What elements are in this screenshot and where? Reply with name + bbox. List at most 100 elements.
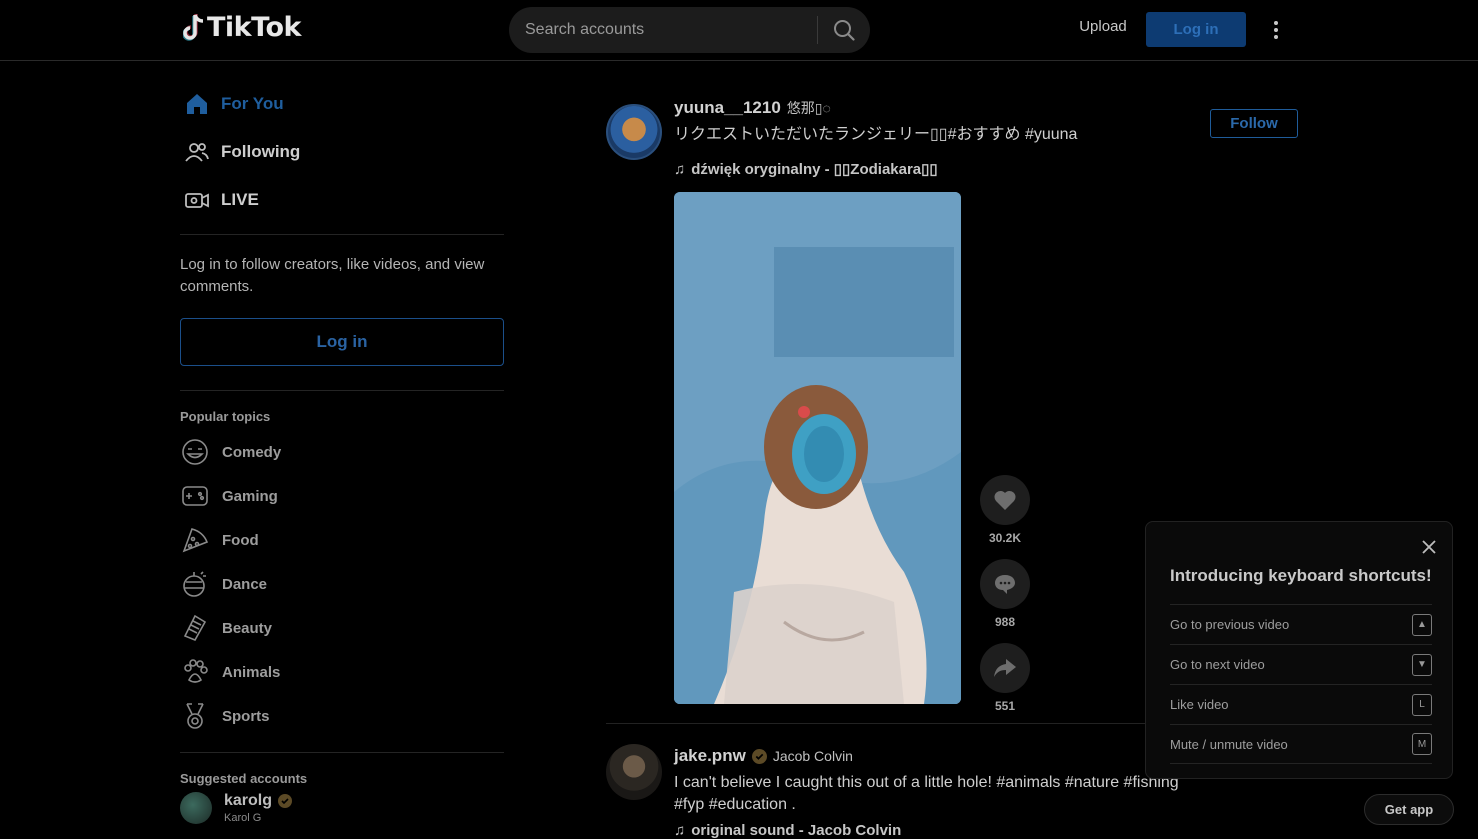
music-title: original sound - Jacob Colvin	[691, 822, 902, 839]
topic-label: Comedy	[222, 443, 282, 461]
l-key-icon: L	[1412, 693, 1432, 716]
nav-live[interactable]: LIVE	[180, 176, 504, 224]
topic-comedy[interactable]: Comedy	[180, 430, 504, 474]
post-author[interactable]: jake.pnw Jacob Colvin	[674, 746, 853, 766]
dance-icon	[180, 569, 210, 599]
post-username: yuuna__1210	[674, 98, 781, 117]
nav-following[interactable]: Following	[180, 128, 504, 176]
heart-icon	[994, 490, 1016, 510]
post-caption: リクエストいただいたランジェリー▯▯#おすすめ #yuuna	[674, 126, 1078, 143]
top-bar: TikTok Upload Log in	[0, 0, 1478, 61]
shortcuts-list: Go to previous video ▲ Go to next video …	[1170, 604, 1432, 764]
post-music[interactable]: ♫ dźwięk oryginalny - ▯▯Zodiakara▯▯	[674, 160, 938, 179]
post-caption-line: I can't believe I caught this out of a l…	[674, 774, 1179, 791]
shortcut-row: Go to next video ▼	[1170, 644, 1432, 684]
avatar	[180, 792, 212, 824]
share-count: 551	[994, 699, 1016, 713]
topic-dance[interactable]: Dance	[180, 562, 504, 606]
topic-sports[interactable]: Sports	[180, 694, 504, 738]
m-key-icon: M	[1412, 733, 1432, 755]
account-username: karolg	[224, 792, 293, 810]
arrow-up-key-icon: ▲	[1412, 613, 1432, 636]
verified-badge-icon	[278, 794, 293, 808]
post-music[interactable]: ♫ original sound - Jacob Colvin	[674, 822, 901, 839]
home-icon	[183, 90, 211, 118]
share-button[interactable]	[980, 643, 1030, 693]
music-title: dźwięk oryginalny - ▯▯Zodiakara▯▯	[691, 161, 938, 178]
search-icon	[834, 20, 855, 41]
nav-for-you[interactable]: For You	[180, 80, 504, 128]
paw-icon	[180, 657, 210, 687]
sidebar-divider	[180, 390, 504, 391]
tiktok-logo[interactable]: TikTok	[183, 12, 301, 43]
topic-label: Food	[222, 531, 259, 549]
post-username: jake.pnw	[674, 746, 746, 765]
avatar[interactable]	[606, 104, 662, 160]
sidebar-login-button[interactable]: Log in	[180, 318, 504, 366]
nav-label: Following	[221, 142, 301, 161]
suggested-account[interactable]: karolg Karol G	[180, 792, 504, 824]
close-icon	[1422, 540, 1436, 554]
comment-count: 988	[994, 615, 1016, 629]
sidebar-divider	[180, 234, 504, 235]
people-icon	[183, 138, 211, 166]
post-nickname: Jacob Colvin	[772, 748, 853, 764]
music-note-icon: ♫	[674, 160, 686, 178]
post-divider	[606, 723, 1146, 724]
follow-button[interactable]: Follow	[1210, 109, 1298, 138]
topic-label: Animals	[222, 663, 281, 681]
beauty-icon	[180, 613, 210, 643]
get-app-button[interactable]: Get app	[1364, 794, 1454, 825]
avatar[interactable]	[606, 744, 662, 800]
live-icon	[183, 186, 211, 214]
like-button[interactable]	[980, 475, 1030, 525]
share-icon	[994, 659, 1016, 677]
post-caption-line: #fyp #education .	[674, 796, 796, 813]
topic-food[interactable]: Food	[180, 518, 504, 562]
search-button[interactable]	[818, 7, 870, 53]
verified-badge-icon	[751, 748, 767, 764]
comment-button[interactable]	[980, 559, 1030, 609]
topic-label: Beauty	[222, 619, 273, 637]
search-bar	[509, 7, 870, 53]
gaming-icon	[180, 481, 210, 511]
topic-animals[interactable]: Animals	[180, 650, 504, 694]
nav-label: For You	[221, 94, 284, 113]
more-menu-button[interactable]	[1266, 17, 1286, 43]
sidebar-divider	[180, 752, 504, 753]
login-prompt-text: Log in to follow creators, like videos, …	[180, 256, 485, 295]
topic-label: Dance	[222, 575, 268, 593]
search-input[interactable]	[509, 7, 817, 53]
post-author[interactable]: yuuna__1210 悠那▯◌	[674, 98, 831, 118]
music-note-icon: ♫	[674, 822, 686, 839]
video-frame	[674, 192, 961, 704]
topic-gaming[interactable]: Gaming	[180, 474, 504, 518]
food-icon	[180, 525, 210, 555]
arrow-down-key-icon: ▼	[1412, 653, 1432, 676]
keyboard-shortcuts-panel: Introducing keyboard shortcuts! Go to pr…	[1145, 521, 1453, 779]
sidebar: For You Following LIVE Log in to follow …	[180, 61, 504, 824]
suggested-accounts-title: Suggested accounts	[180, 771, 308, 786]
like-count: 30.2K	[988, 531, 1022, 545]
comedy-icon	[180, 437, 210, 467]
shortcut-label: Like video	[1170, 697, 1229, 712]
header-login-button[interactable]: Log in	[1146, 12, 1246, 47]
video-actions: 30.2K 988 551	[980, 475, 1030, 713]
logo-text: TikTok	[207, 12, 301, 43]
more-vertical-icon	[1274, 21, 1278, 39]
upload-link[interactable]: Upload	[1072, 18, 1134, 35]
video-player[interactable]	[674, 192, 961, 704]
shortcuts-title: Introducing keyboard shortcuts!	[1170, 566, 1432, 585]
shortcut-label: Go to next video	[1170, 657, 1265, 672]
topic-beauty[interactable]: Beauty	[180, 606, 504, 650]
close-button[interactable]	[1418, 536, 1440, 558]
popular-topics-title: Popular topics	[180, 409, 271, 424]
tiktok-note-icon	[183, 13, 204, 41]
account-display-name: Karol G	[224, 812, 262, 824]
shortcut-label: Mute / unmute video	[1170, 736, 1288, 752]
topic-label: Sports	[222, 707, 270, 725]
account-username-text: karolg	[224, 792, 273, 809]
shortcut-label: Go to previous video	[1170, 617, 1290, 632]
post-nickname: 悠那▯◌	[786, 100, 831, 116]
topic-label: Gaming	[222, 487, 278, 505]
